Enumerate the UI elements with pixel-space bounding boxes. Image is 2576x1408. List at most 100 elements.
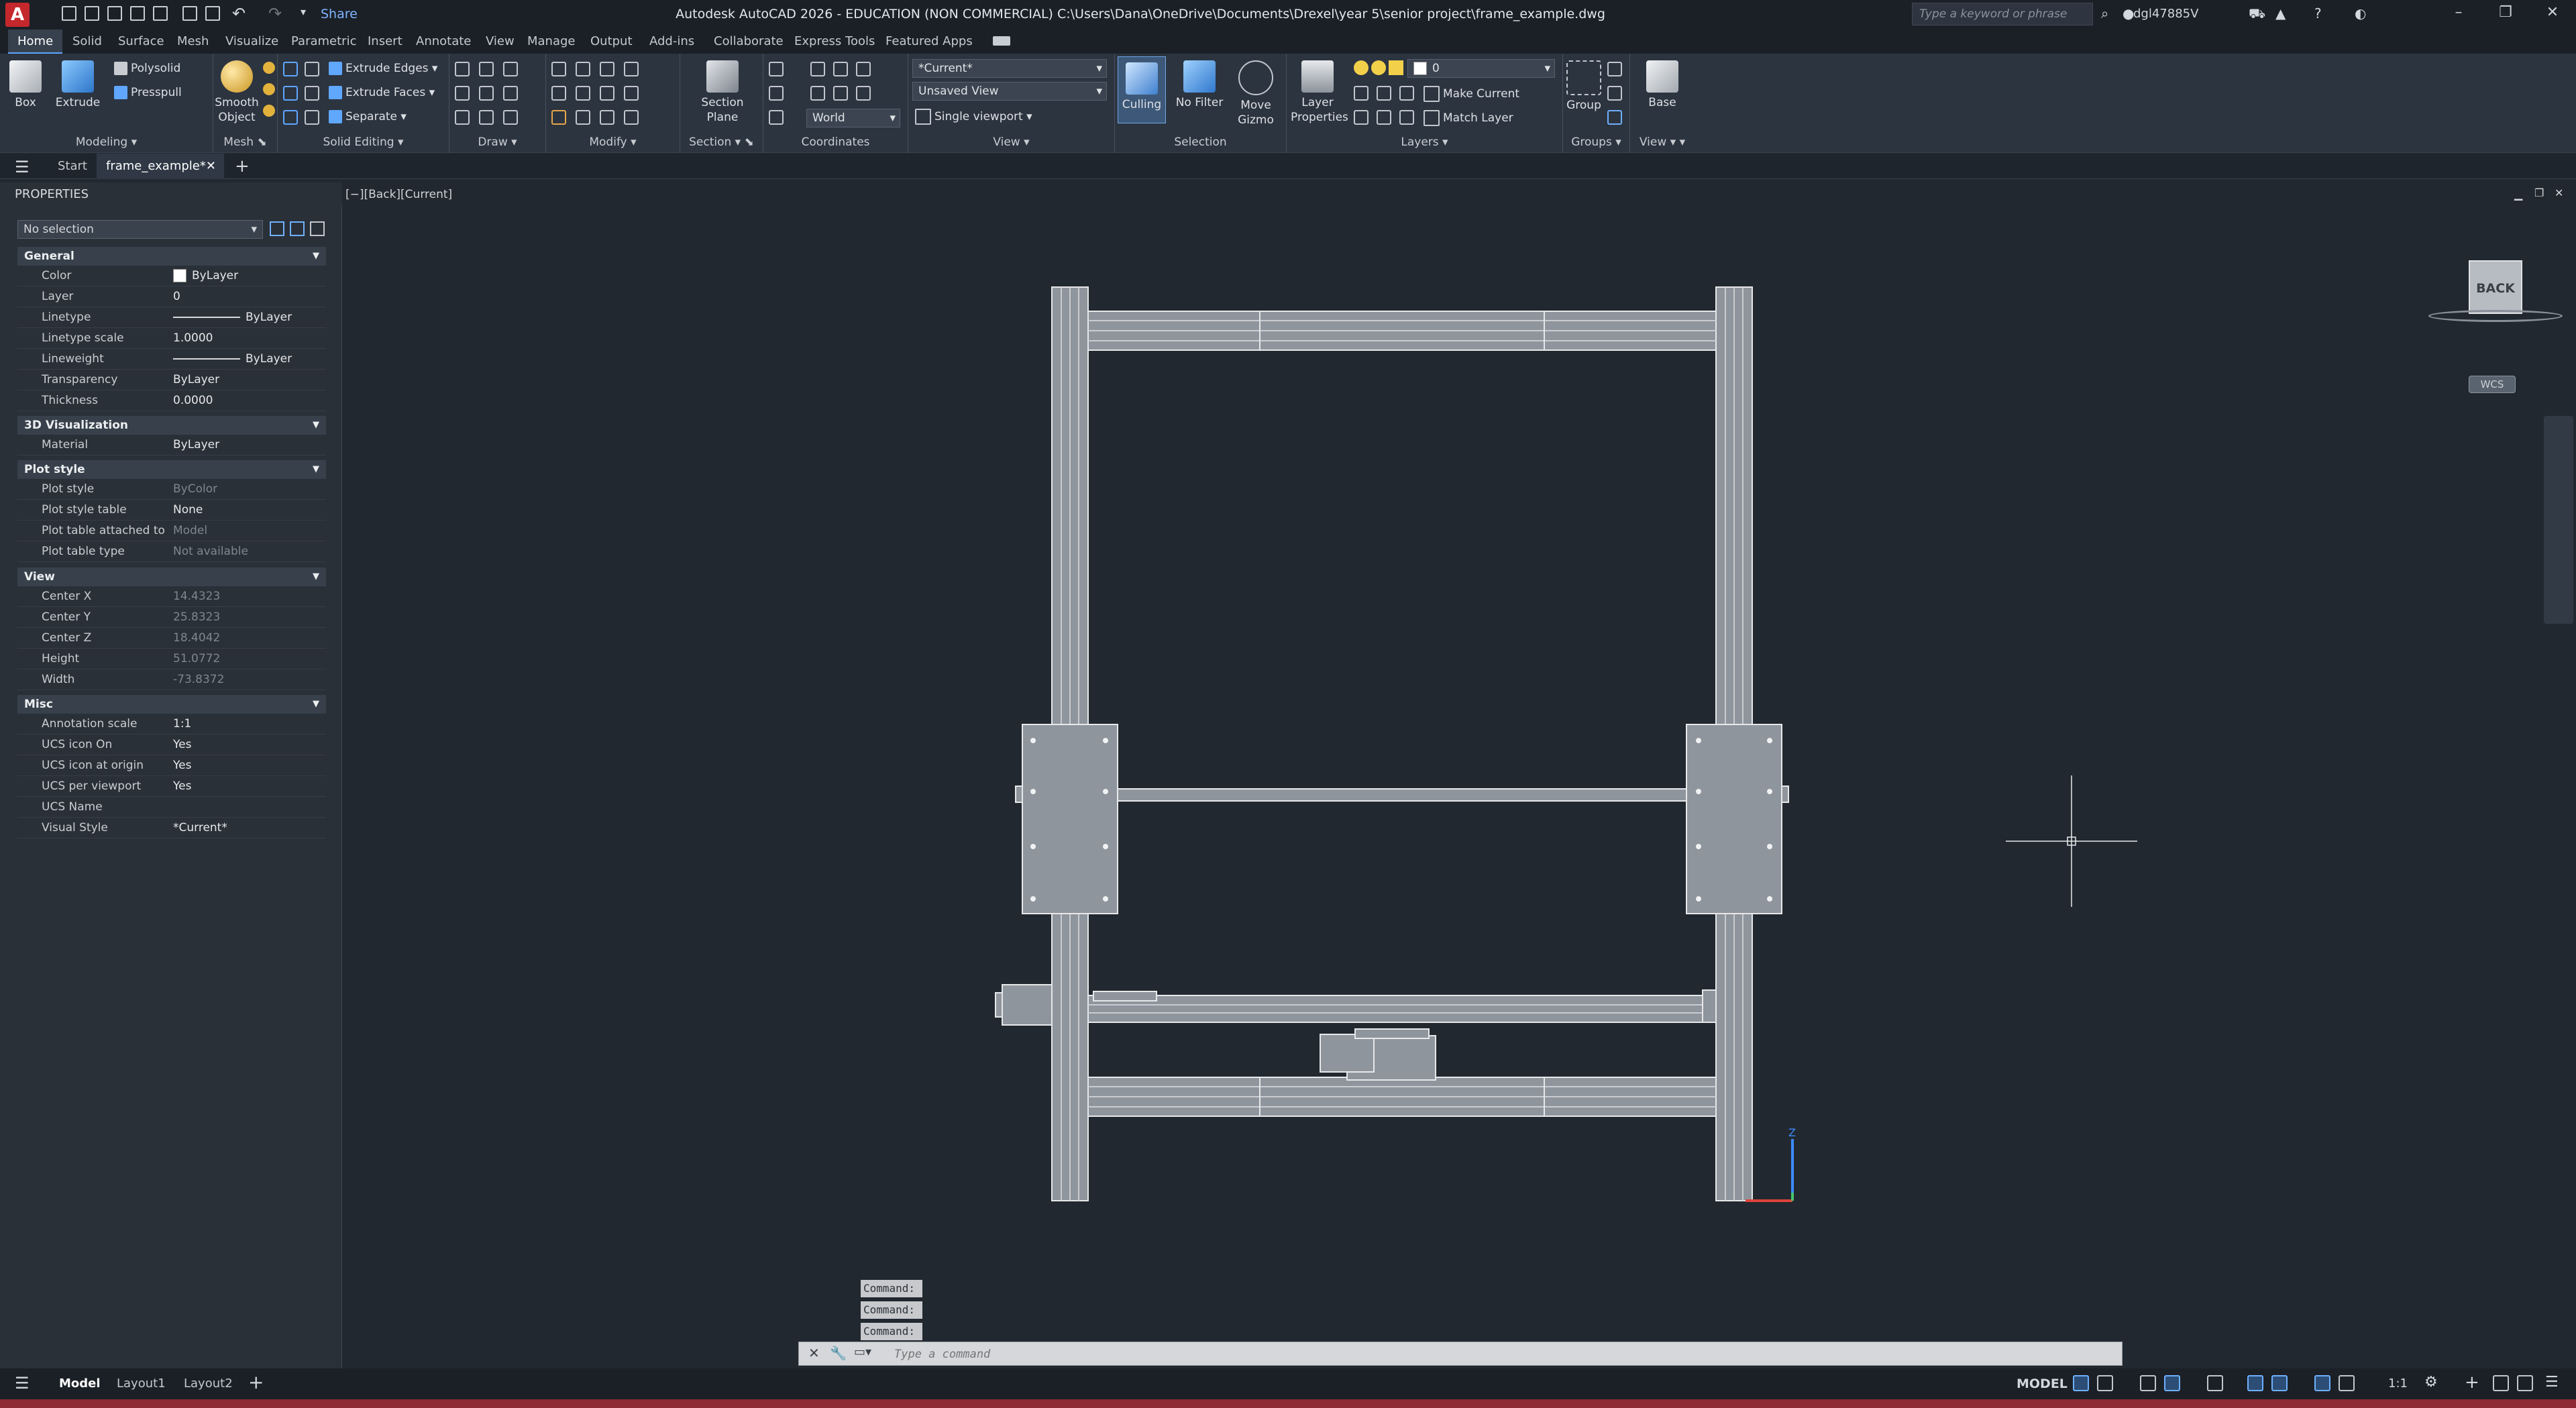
command-close-icon[interactable]: ✕ (808, 1345, 820, 1361)
mesh-tool-icon[interactable] (263, 105, 275, 117)
prop-row[interactable]: Plot style ByColor (17, 479, 326, 500)
panel-title-draw[interactable]: Draw ▾ (449, 136, 545, 149)
grid-icon[interactable] (2073, 1375, 2089, 1391)
spline-icon[interactable] (455, 86, 470, 101)
panel-title-coordinates[interactable]: Coordinates (763, 136, 908, 149)
solid-tool-icon[interactable] (305, 86, 319, 101)
mesh-tool-icon[interactable] (263, 62, 275, 74)
viewport-close-icon[interactable]: ✕ (2555, 186, 2563, 199)
new-icon[interactable] (62, 6, 76, 21)
ucs-world-dropdown[interactable]: World ▾ (806, 109, 900, 127)
prop-row[interactable]: Layer 0 (17, 286, 326, 307)
line-icon[interactable] (479, 86, 494, 101)
model-space-toggle[interactable]: MODEL (2017, 1376, 2068, 1391)
quick-select-icon[interactable] (310, 221, 325, 236)
tab-insert[interactable]: Insert (358, 30, 412, 54)
viewport-controls-label[interactable]: [−][Back][Current] (345, 188, 452, 201)
stretch-icon[interactable] (600, 110, 614, 125)
prop-row[interactable]: Height 51.0772 (17, 649, 326, 669)
autodesk-app-icon[interactable]: ▲ (2275, 5, 2286, 21)
rotate-icon[interactable] (600, 62, 614, 76)
frame-drawing[interactable]: Z (993, 282, 1825, 1221)
save-as-icon[interactable] (130, 6, 145, 21)
prop-row[interactable]: Transparency ByLayer (17, 370, 326, 390)
solid-tool-icon[interactable] (305, 62, 319, 76)
undo-icon[interactable]: ↶ (232, 4, 246, 23)
middle-crossbar[interactable] (1116, 788, 1688, 802)
extrude-faces-button[interactable]: Extrude Faces ▾ (329, 86, 435, 99)
trim-icon[interactable] (624, 62, 639, 76)
union-icon[interactable] (283, 62, 298, 76)
tab-surface[interactable]: Surface (109, 30, 174, 54)
polygon-icon[interactable] (455, 110, 470, 125)
viewport-restore-icon[interactable]: ❐ (2534, 186, 2544, 199)
panel-title-modify[interactable]: Modify ▾ (546, 136, 680, 149)
panel-title-modeling[interactable]: Modeling ▾ (0, 136, 213, 149)
plus-icon[interactable]: + (2465, 1372, 2479, 1393)
array-icon[interactable] (624, 110, 639, 125)
settings-gear-icon[interactable]: ⚙ (2424, 1374, 2438, 1391)
mesh-tool-icon[interactable] (263, 83, 275, 95)
tab-manage[interactable]: Manage (518, 30, 585, 54)
close-tab-icon[interactable]: ✕ (206, 154, 216, 179)
cart-icon[interactable]: ⛟ (2249, 5, 2265, 23)
wcs-menu[interactable]: WCS (2469, 376, 2516, 393)
command-line[interactable]: ✕ 🔧 ▭▾ (798, 1342, 2123, 1366)
viewcube[interactable]: BACK (2469, 260, 2522, 314)
ucs-tool-icon[interactable] (833, 62, 848, 76)
ucs-icon[interactable] (769, 62, 784, 76)
no-filter-button[interactable]: No Filter (1171, 60, 1228, 110)
polysolid-button[interactable]: Polysolid (114, 62, 180, 75)
prop-row[interactable]: Color ByLayer (17, 266, 326, 286)
selection-dropdown[interactable]: No selection ▾ (17, 220, 263, 239)
lower-rail[interactable] (1087, 995, 1703, 1023)
left-bracket[interactable] (1022, 724, 1118, 914)
tab-solid[interactable]: Solid (63, 30, 111, 54)
motor[interactable] (1002, 984, 1053, 1026)
layer-tool-icon[interactable] (1354, 86, 1368, 101)
ungroup-icon[interactable] (1607, 62, 1622, 76)
share-button[interactable]: Share (321, 7, 358, 21)
prop-row[interactable]: Plot table attached to Model (17, 521, 326, 541)
object-snap-icon[interactable] (2271, 1375, 2288, 1391)
navigation-bar[interactable] (2544, 416, 2573, 624)
3d-move-icon[interactable] (576, 62, 590, 76)
web-mobile-icon[interactable] (153, 6, 168, 21)
scale-icon[interactable] (600, 86, 614, 101)
prop-row[interactable]: Thickness 0.0000 (17, 390, 326, 411)
layer-tool-icon[interactable] (1399, 110, 1414, 125)
prop-row[interactable]: Material ByLayer (17, 435, 326, 455)
panel-title-section[interactable]: Section ▾ ⬊ (680, 136, 763, 149)
select-objects-icon[interactable] (290, 221, 305, 236)
panel-title-mesh[interactable]: Mesh ⬊ (213, 136, 277, 149)
customize-icon[interactable]: 🔧 (830, 1345, 847, 1361)
import-icon[interactable] (182, 6, 197, 21)
ucs-tool-icon[interactable] (856, 62, 871, 76)
layer-tool-icon[interactable] (1377, 110, 1391, 125)
prop-row[interactable]: Center Y 25.8323 (17, 607, 326, 628)
tab-layout1[interactable]: Layout1 (107, 1371, 175, 1397)
align-icon[interactable] (576, 110, 590, 125)
layer-on-icon[interactable] (1354, 60, 1368, 75)
copy-icon[interactable] (551, 86, 566, 101)
viewport-config-button[interactable]: Single viewport ▾ (915, 109, 1032, 125)
polyline-icon[interactable] (455, 62, 470, 76)
base-view-button[interactable]: Base (1635, 60, 1689, 110)
new-tab-icon[interactable]: + (235, 156, 250, 176)
circle-icon[interactable] (503, 86, 518, 101)
ucs-tool-icon[interactable] (833, 86, 848, 101)
named-view-dropdown[interactable]: Unsaved View ▾ (912, 82, 1107, 101)
intersect-icon[interactable] (283, 110, 298, 125)
ucs-tool-icon[interactable] (856, 86, 871, 101)
tab-visualize[interactable]: Visualize (216, 30, 288, 54)
menu-icon[interactable]: ☰ (15, 158, 30, 176)
tab-featured-apps[interactable]: Featured Apps (876, 30, 982, 54)
tab-parametric[interactable]: Parametric (282, 30, 366, 54)
section-view[interactable]: View ▼ (17, 567, 326, 586)
tab-view[interactable]: View (476, 30, 524, 54)
layer-lock-icon[interactable] (1389, 60, 1403, 75)
tab-collaborate[interactable]: Collaborate (704, 30, 793, 54)
tab-model[interactable]: Model (50, 1371, 110, 1397)
ucs-tool-icon[interactable] (810, 62, 825, 76)
prop-row[interactable]: Annotation scale 1:1 (17, 714, 326, 735)
